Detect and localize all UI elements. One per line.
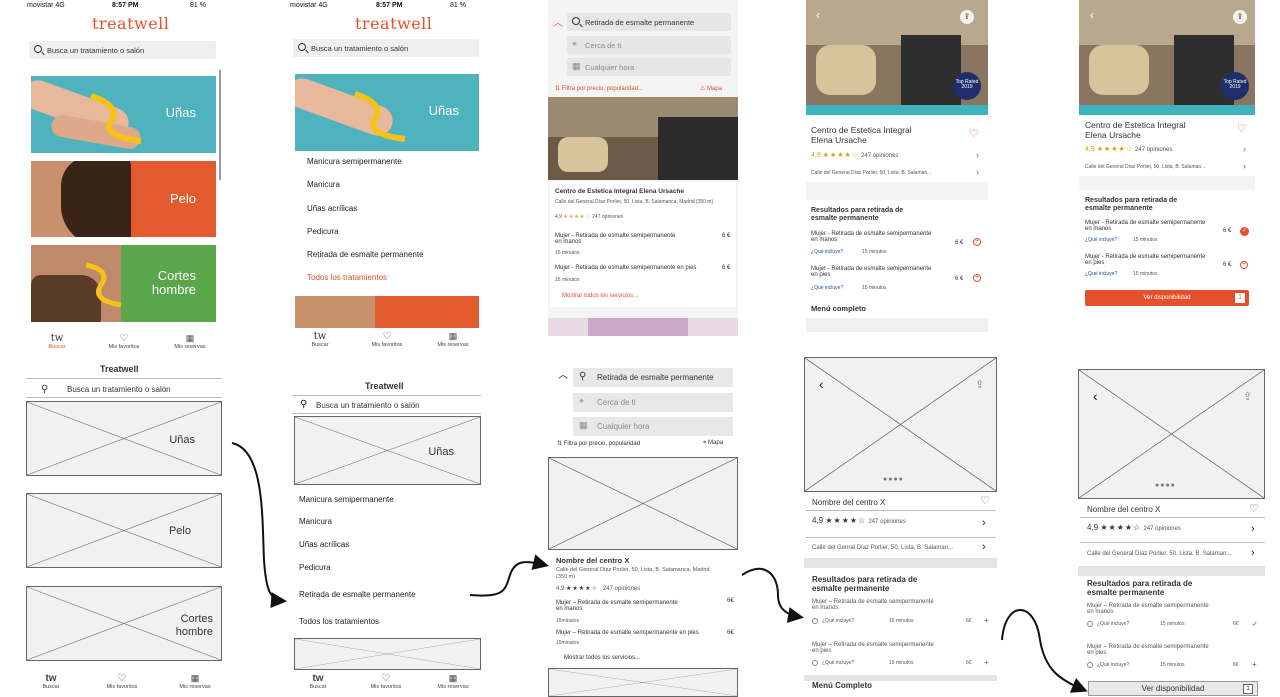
flow-arrows — [231, 442, 1088, 693]
